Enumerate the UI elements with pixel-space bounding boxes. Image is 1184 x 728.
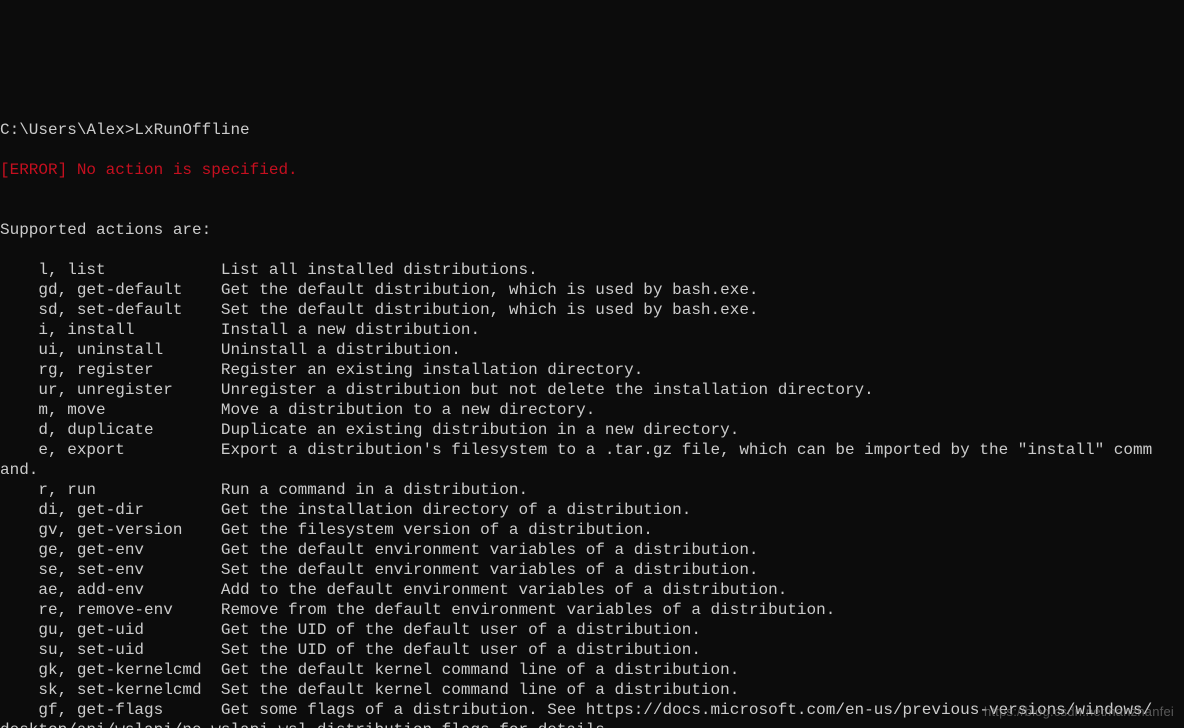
action-line: re, remove-env Remove from the default e…	[0, 600, 1184, 620]
terminal-output[interactable]: C:\Users\Alex>LxRunOffline [ERROR] No ac…	[0, 100, 1184, 728]
action-line: e, export Export a distribution's filesy…	[0, 440, 1184, 460]
action-line: se, set-env Set the default environment …	[0, 560, 1184, 580]
action-line: rg, register Register an existing instal…	[0, 360, 1184, 380]
action-line: su, set-uid Set the UID of the default u…	[0, 640, 1184, 660]
action-line: d, duplicate Duplicate an existing distr…	[0, 420, 1184, 440]
action-line: ui, uninstall Uninstall a distribution.	[0, 340, 1184, 360]
action-line: di, get-dir Get the installation directo…	[0, 500, 1184, 520]
action-line: gu, get-uid Get the UID of the default u…	[0, 620, 1184, 640]
command-prompt-line: C:\Users\Alex>LxRunOffline	[0, 120, 1184, 140]
action-line: ge, get-env Get the default environment …	[0, 540, 1184, 560]
action-line-wrap: and.	[0, 460, 1184, 480]
action-line: ur, unregister Unregister a distribution…	[0, 380, 1184, 400]
action-line: sk, set-kernelcmd Set the default kernel…	[0, 680, 1184, 700]
actions-list: l, list List all installed distributions…	[0, 260, 1184, 728]
action-line: i, install Install a new distribution.	[0, 320, 1184, 340]
supported-actions-header: Supported actions are:	[0, 220, 1184, 240]
error-line: [ERROR] No action is specified.	[0, 160, 1184, 180]
action-line: ae, add-env Add to the default environme…	[0, 580, 1184, 600]
action-line: sd, set-default Set the default distribu…	[0, 300, 1184, 320]
action-line: r, run Run a command in a distribution.	[0, 480, 1184, 500]
action-line: m, move Move a distribution to a new dir…	[0, 400, 1184, 420]
watermark-text: https://blog.csdn.net/nanzhanfei	[984, 702, 1174, 722]
action-line: gd, get-default Get the default distribu…	[0, 280, 1184, 300]
action-line: gv, get-version Get the filesystem versi…	[0, 520, 1184, 540]
action-line: l, list List all installed distributions…	[0, 260, 1184, 280]
action-line: gk, get-kernelcmd Get the default kernel…	[0, 660, 1184, 680]
